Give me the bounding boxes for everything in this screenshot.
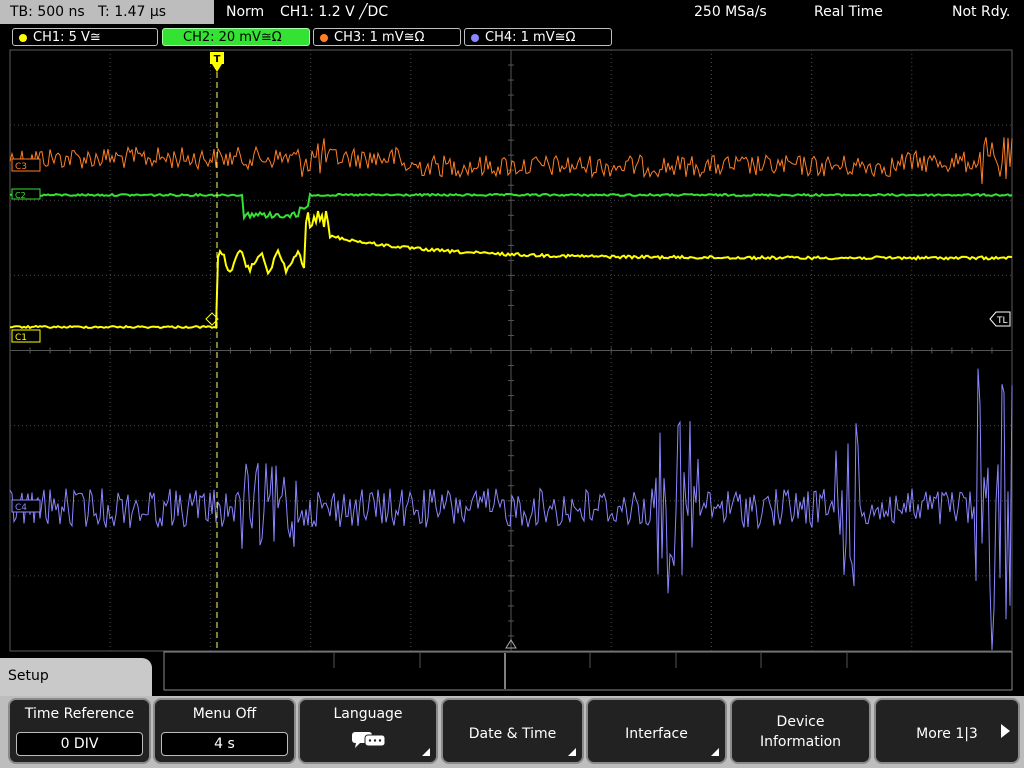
ch4-marker-label: C4 [15,503,27,513]
ch2-marker-label: C2 [15,191,26,200]
ch2-offset-marker[interactable]: C2 [11,188,41,200]
menu-off-value: 4 s [161,732,288,756]
speech-bubble-icon [352,732,386,748]
language-label: Language [333,706,403,722]
ch3-marker-label: C3 [15,162,27,172]
menu-title-tab: Setup [0,658,152,698]
date-time-label: Date & Time [468,726,557,742]
more-label: More 1|3 [916,726,978,742]
time-reference-value: 0 DIV [16,732,143,756]
waveform-display[interactable]: T C3 C2 C1 C4 TL [0,0,1024,696]
submenu-indicator [568,748,576,756]
menu-title: Setup [8,668,49,684]
ch1-offset-marker[interactable]: C1 [11,329,41,343]
ch4-offset-marker[interactable]: C4 [11,499,41,513]
interface-button[interactable]: Interface [586,698,727,764]
menu-off-button[interactable]: Menu Off 4 s [153,698,296,764]
trigger-marker-label: T [214,54,221,65]
next-page-arrow-icon [1001,724,1010,738]
date-time-button[interactable]: Date & Time [441,698,584,764]
ch3-offset-marker[interactable]: C3 [11,158,41,172]
menu-off-label: Menu Off [192,706,257,722]
more-button[interactable]: More 1|3 [874,698,1020,764]
overview-strip[interactable] [163,651,1013,691]
language-button[interactable]: Language [298,698,438,764]
submenu-indicator [711,748,719,756]
time-reference-label: Time Reference [24,706,135,722]
trigger-level-label: TL [996,316,1008,326]
time-reference-button[interactable]: Time Reference 0 DIV [8,698,151,764]
device-information-label: Device Information [760,714,842,750]
softkey-bar: Time Reference 0 DIV Menu Off 4 s Langua… [0,696,1024,768]
device-information-button[interactable]: Device Information [730,698,871,764]
interface-label: Interface [625,726,688,742]
submenu-indicator [422,748,430,756]
ch1-marker-label: C1 [15,333,27,343]
